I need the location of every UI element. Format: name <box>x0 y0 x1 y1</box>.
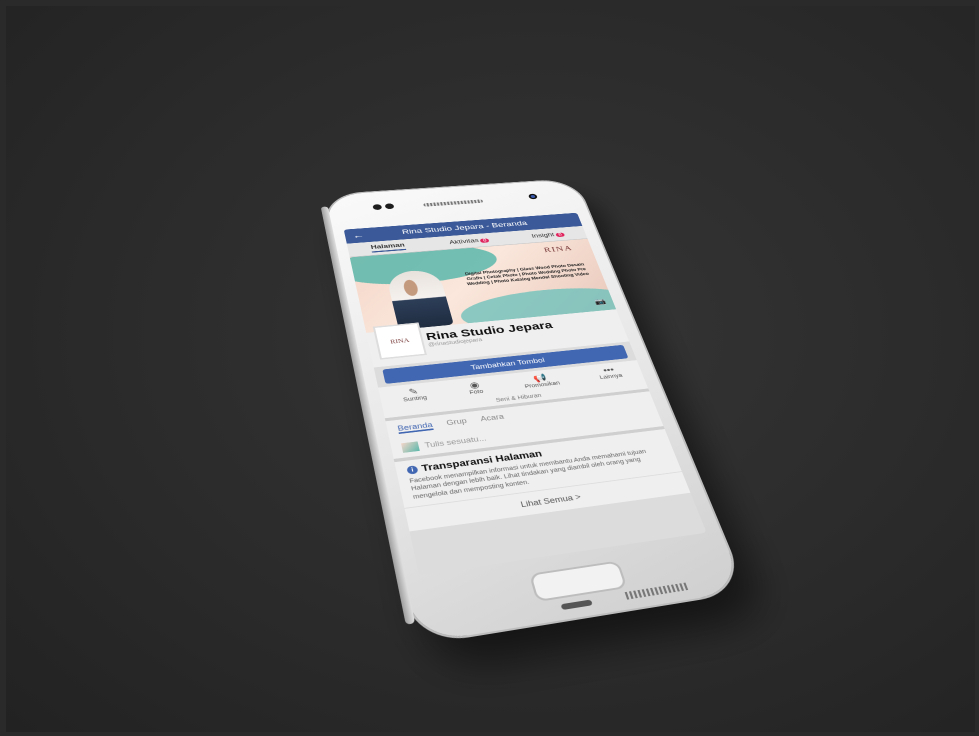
earpiece-speaker <box>423 199 484 207</box>
tab-label: Insight <box>530 231 556 239</box>
smartphone: ← Rina Studio Jepara - Beranda Halaman A… <box>320 179 746 644</box>
photo-button[interactable]: ◉ Foto <box>466 380 484 396</box>
camera-icon[interactable]: 📷 <box>594 298 608 306</box>
front-camera-icon <box>527 193 539 200</box>
scene: ← Rina Studio Jepara - Beranda Halaman A… <box>0 0 979 736</box>
compose-placeholder: Tulis sesuatu... <box>423 434 488 450</box>
sensor-icon <box>372 204 383 211</box>
speaker-grille <box>624 582 691 600</box>
tab-label: Halaman <box>370 241 406 251</box>
tab-grup[interactable]: Grup <box>446 417 469 428</box>
promote-button[interactable]: 📢 Promosikan <box>521 372 561 389</box>
tab-label: Aktivitas <box>448 237 480 246</box>
notification-badge: 8 <box>479 238 490 243</box>
info-icon: i <box>406 465 419 475</box>
edit-button[interactable]: ✎ Sunting <box>400 386 428 403</box>
notification-badge: 6 <box>555 232 566 238</box>
home-button[interactable] <box>528 560 628 603</box>
see-all-label: Lihat Semua <box>519 493 575 510</box>
tab-insight[interactable]: Insight 6 <box>530 231 566 239</box>
phone-screen: ← Rina Studio Jepara - Beranda Halaman A… <box>343 212 707 576</box>
tab-acara[interactable]: Acara <box>480 413 506 425</box>
tab-beranda[interactable]: Beranda <box>396 420 434 434</box>
more-button[interactable]: ••• Lainnya <box>596 365 624 381</box>
action-label: Lainnya <box>598 373 624 381</box>
cover-logo: RINA <box>542 243 574 255</box>
usb-port <box>560 599 593 611</box>
avatar[interactable]: RINA <box>372 322 427 360</box>
avatar <box>400 441 420 453</box>
tab-halaman[interactable]: Halaman <box>370 241 406 253</box>
sensor-icon <box>384 203 395 210</box>
chevron-right-icon: > <box>574 492 583 502</box>
arrow-left-icon[interactable]: ← <box>351 231 365 241</box>
action-label: Foto <box>468 389 485 396</box>
action-label: Sunting <box>402 395 428 403</box>
tab-aktivitas[interactable]: Aktivitas 8 <box>448 237 490 246</box>
